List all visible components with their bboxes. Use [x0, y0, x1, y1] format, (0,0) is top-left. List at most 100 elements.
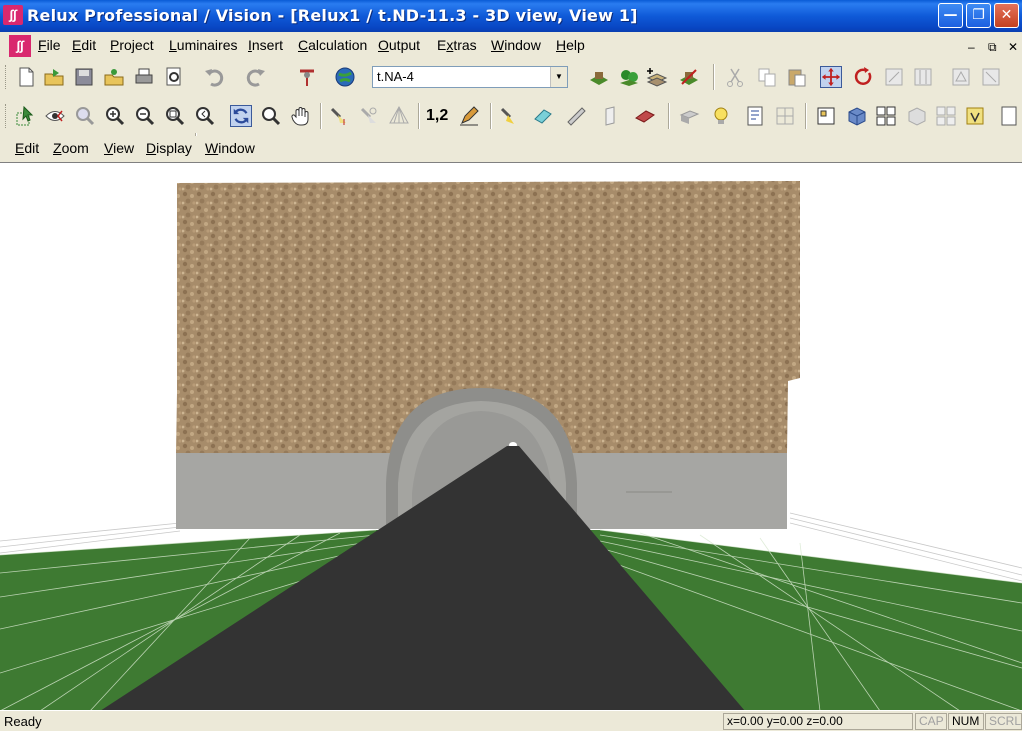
toolbar-separator: [668, 103, 670, 129]
eraser-icon[interactable]: [532, 105, 554, 127]
chevron-down-icon[interactable]: ▼: [550, 67, 567, 87]
measure-icon[interactable]: [565, 105, 587, 127]
close-button[interactable]: ✕: [994, 3, 1019, 28]
zoom-window-icon[interactable]: [74, 105, 96, 127]
menu-output[interactable]: Output: [378, 37, 420, 53]
title-bar: ∫∫ Relux Professional / Vision - [Relux1…: [0, 0, 1022, 32]
grid-icon[interactable]: [774, 105, 796, 127]
rotate-icon[interactable]: [852, 66, 874, 88]
spotlight-icon[interactable]: [328, 105, 350, 127]
magnifier-icon[interactable]: [260, 105, 282, 127]
mirror-icon[interactable]: [950, 66, 972, 88]
toolbar-separator: [418, 103, 420, 129]
print-preview-icon[interactable]: [163, 66, 185, 88]
align-icon[interactable]: [883, 66, 905, 88]
close-icon: ✕: [1000, 7, 1013, 23]
mdi-close-button[interactable]: ✕: [1008, 40, 1018, 54]
numbering-icon[interactable]: 1,2: [426, 107, 448, 125]
document-logo-icon[interactable]: ∫∫: [9, 35, 31, 57]
room-green-icon[interactable]: [588, 66, 610, 88]
page-icon[interactable]: [998, 105, 1020, 127]
menu-luminaires[interactable]: Luminaires: [169, 37, 238, 53]
cube-grey-icon[interactable]: [906, 105, 928, 127]
3d-viewport[interactable]: [0, 162, 1022, 712]
room-plan-icon[interactable]: [815, 105, 837, 127]
layout-icon[interactable]: [875, 105, 897, 127]
project-select[interactable]: t.NA-4 ▼: [372, 66, 568, 88]
light-cone-icon[interactable]: [388, 105, 410, 127]
view-menu-view[interactable]: View: [104, 140, 134, 156]
floor-icon[interactable]: [634, 105, 656, 127]
zoom-previous-icon[interactable]: [194, 105, 216, 127]
new-file-icon[interactable]: [15, 66, 37, 88]
status-text: Ready: [4, 714, 42, 729]
paste-icon[interactable]: [786, 66, 808, 88]
toolbar-separator: [320, 103, 322, 129]
caps-lock-indicator: CAP: [915, 713, 947, 730]
standard-toolbar-right: [578, 60, 1022, 94]
maximize-button[interactable]: ❐: [966, 3, 991, 28]
toolbar-separator: [713, 64, 715, 90]
open-folder-icon[interactable]: [43, 66, 65, 88]
view-menu-edit[interactable]: Edit: [15, 140, 39, 156]
menu-project[interactable]: Project: [110, 37, 154, 53]
toolbar-grip[interactable]: [5, 65, 9, 89]
wall-icon[interactable]: [600, 105, 622, 127]
pan-hand-icon[interactable]: [290, 105, 312, 127]
view-menu-zoom[interactable]: Zoom: [53, 140, 89, 156]
note-icon[interactable]: [964, 105, 986, 127]
copy-icon[interactable]: [756, 66, 778, 88]
add-layer-icon[interactable]: [646, 66, 668, 88]
menu-edit[interactable]: Edit: [72, 37, 96, 53]
menu-file[interactable]: File: [38, 37, 61, 53]
coordinates-readout: x=0.00 y=0.00 z=0.00: [723, 713, 913, 730]
globe-icon[interactable]: [334, 66, 356, 88]
mdi-minimize-button[interactable]: ‒: [968, 40, 975, 54]
report-icon[interactable]: [744, 105, 766, 127]
zoom-out-icon[interactable]: [134, 105, 156, 127]
light-beam-icon[interactable]: [358, 105, 380, 127]
zoom-all-icon[interactable]: [164, 105, 186, 127]
light-bulb-icon[interactable]: [710, 105, 732, 127]
move-icon[interactable]: [820, 66, 842, 88]
view-menu-window[interactable]: Window: [205, 140, 255, 156]
undo-icon[interactable]: [203, 66, 225, 88]
redo-icon[interactable]: [245, 66, 267, 88]
select-arrow-icon[interactable]: [14, 105, 36, 127]
zoom-in-icon[interactable]: [104, 105, 126, 127]
window-title: Relux Professional / Vision - [Relux1 / …: [27, 6, 638, 25]
menu-extras[interactable]: Extras: [437, 37, 477, 53]
open-project-icon[interactable]: [103, 66, 125, 88]
cut-icon[interactable]: [724, 66, 746, 88]
save-icon[interactable]: [73, 66, 95, 88]
frame-icon[interactable]: [935, 105, 957, 127]
toolbar-separator: [805, 103, 807, 129]
furniture-icon[interactable]: [678, 105, 700, 127]
minimize-icon: —: [943, 7, 958, 23]
toolbar-grip[interactable]: [5, 104, 9, 128]
view-menu-display[interactable]: Display: [146, 140, 192, 156]
flashlight-icon[interactable]: [498, 105, 520, 127]
menu-calculation[interactable]: Calculation: [298, 37, 367, 53]
menu-insert[interactable]: Insert: [248, 37, 283, 53]
restore-icon: ❐: [972, 7, 985, 23]
pencil-icon[interactable]: [458, 105, 480, 127]
app-logo-icon[interactable]: ∫∫: [3, 5, 23, 25]
mdi-restore-button[interactable]: ⧉: [988, 40, 997, 55]
distribute-icon[interactable]: [912, 66, 934, 88]
project-select-value: t.NA-4: [377, 69, 414, 84]
menu-help[interactable]: Help: [556, 37, 585, 53]
room-trees-icon[interactable]: [618, 66, 640, 88]
rotate-view-icon[interactable]: [230, 105, 252, 127]
scale-icon[interactable]: [980, 66, 1002, 88]
minimize-button[interactable]: —: [938, 3, 963, 28]
num-lock-indicator: NUM: [948, 713, 984, 730]
eye-icon[interactable]: [44, 105, 66, 127]
delete-room-icon[interactable]: [678, 66, 700, 88]
cube-icon[interactable]: [846, 105, 868, 127]
menu-window[interactable]: Window: [491, 37, 541, 53]
luminaire-pole-icon[interactable]: [296, 66, 318, 88]
tunnel-scene[interactable]: [0, 163, 1022, 712]
print-icon[interactable]: [133, 66, 155, 88]
toolbar-separator: [490, 103, 492, 129]
